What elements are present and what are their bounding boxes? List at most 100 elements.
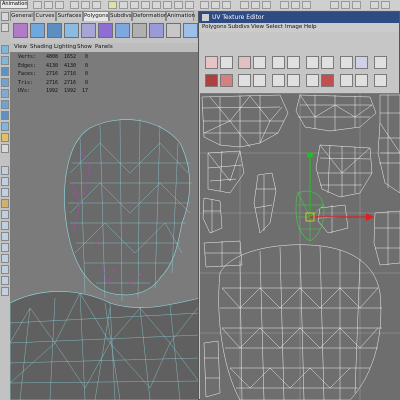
tab-curves[interactable]: Curves xyxy=(34,11,56,21)
open-scene-icon[interactable] xyxy=(44,1,53,9)
lasso-icon[interactable] xyxy=(1,23,9,32)
window-menu-icon[interactable] xyxy=(202,14,209,21)
uv-filter-icon[interactable] xyxy=(374,56,387,69)
uv-menu-subdivs[interactable]: Subdivs xyxy=(228,24,250,31)
uv-relax-icon[interactable] xyxy=(306,74,319,87)
poly-plane-icon[interactable] xyxy=(81,23,96,38)
cube-icon[interactable] xyxy=(1,56,9,65)
uv-menu-image[interactable]: Image xyxy=(285,24,302,31)
poly-cylinder-icon[interactable] xyxy=(47,23,62,38)
tab-subdivs[interactable]: Subdivs xyxy=(109,11,132,21)
save-scene-icon[interactable] xyxy=(55,1,64,9)
menu-show[interactable]: Show xyxy=(77,44,92,51)
manipulator-v-handle[interactable] xyxy=(307,152,313,158)
mask-icon[interactable] xyxy=(130,1,139,9)
layout-icon[interactable] xyxy=(1,276,9,285)
menu-view[interactable]: View xyxy=(14,44,27,51)
uv-align-icon[interactable] xyxy=(238,74,251,87)
menu-set-selector[interactable]: Animation xyxy=(0,0,28,9)
snap-curve-icon[interactable] xyxy=(211,1,220,9)
uv-straighten-icon[interactable] xyxy=(321,74,334,87)
uv-scale-icon[interactable] xyxy=(220,74,233,87)
snap-point-icon[interactable] xyxy=(222,1,231,9)
uv-isolate-icon[interactable] xyxy=(340,74,353,87)
sphere-icon[interactable] xyxy=(1,45,9,54)
select-component-icon[interactable] xyxy=(92,1,101,9)
poly-sphere-icon[interactable] xyxy=(13,23,28,38)
uv-layout-icon[interactable] xyxy=(321,56,334,69)
menu-panels[interactable]: Panels xyxy=(95,44,113,51)
select-object-icon[interactable] xyxy=(81,1,90,9)
mask-icon[interactable] xyxy=(163,1,172,9)
tab-deformation[interactable]: Deformation xyxy=(132,11,167,21)
history-icon[interactable] xyxy=(251,1,260,9)
uv-display-icon[interactable] xyxy=(340,56,353,69)
uv-menu-polygons[interactable]: Polygons xyxy=(202,24,226,31)
bridge-icon[interactable] xyxy=(149,23,164,38)
select-hierarchy-icon[interactable] xyxy=(70,1,79,9)
perspective-viewport[interactable] xyxy=(10,43,200,400)
tab-general[interactable]: General xyxy=(10,11,34,21)
uv-align-icon[interactable] xyxy=(253,74,266,87)
snap-grid-icon[interactable] xyxy=(200,1,209,9)
layout-four-icon[interactable] xyxy=(1,177,9,186)
uv-sew-icon[interactable] xyxy=(253,56,266,69)
layout-icon[interactable] xyxy=(1,254,9,263)
tab-surfaces[interactable]: Surfaces xyxy=(56,11,83,21)
combine-icon[interactable] xyxy=(98,23,113,38)
render-settings-icon[interactable] xyxy=(302,1,311,9)
layout-icon[interactable] xyxy=(1,232,9,241)
uv-rotate-icon[interactable] xyxy=(220,56,233,69)
plane-icon[interactable] xyxy=(1,89,9,98)
uv-menu-help[interactable]: Help xyxy=(304,24,317,31)
uv-canvas[interactable] xyxy=(200,93,400,400)
uv-cut-icon[interactable] xyxy=(238,56,251,69)
attribute-editor-icon[interactable] xyxy=(381,1,390,9)
uv-shade-icon[interactable] xyxy=(374,74,387,87)
poly-cone-icon[interactable] xyxy=(64,23,79,38)
mask-icon[interactable] xyxy=(119,1,128,9)
cone-icon[interactable] xyxy=(1,78,9,87)
camera-icon[interactable] xyxy=(1,144,9,153)
uv-normalize-icon[interactable] xyxy=(272,74,285,87)
uv-move-icon[interactable] xyxy=(205,74,218,87)
layout-icon[interactable] xyxy=(1,287,9,296)
mask-icon[interactable] xyxy=(108,1,117,9)
uv-snapshot-icon[interactable] xyxy=(272,56,285,69)
uv-menu-view[interactable]: View xyxy=(251,24,264,31)
new-scene-icon[interactable] xyxy=(33,1,42,9)
layout-icon[interactable] xyxy=(1,243,9,252)
extrude-icon[interactable] xyxy=(132,23,147,38)
cylinder-icon[interactable] xyxy=(1,67,9,76)
pipe-icon[interactable] xyxy=(1,111,9,120)
uv-image-icon[interactable] xyxy=(355,56,368,69)
helix-icon[interactable] xyxy=(1,122,9,131)
mask-icon[interactable] xyxy=(152,1,161,9)
channel-box-icon[interactable] xyxy=(370,1,379,9)
uv-menu-select[interactable]: Select xyxy=(266,24,283,31)
layout-icon[interactable] xyxy=(1,265,9,274)
uv-editor-title-bar[interactable]: UV Texture Editor xyxy=(199,12,399,23)
panel-icon[interactable] xyxy=(330,1,339,9)
mask-icon[interactable] xyxy=(185,1,194,9)
tab-polygons[interactable]: Polygons xyxy=(83,11,109,21)
layout-side-icon[interactable] xyxy=(1,188,9,197)
light-icon[interactable] xyxy=(1,133,9,142)
mask-icon[interactable] xyxy=(174,1,183,9)
menu-shading[interactable]: Shading xyxy=(30,44,52,51)
uv-unitize-icon[interactable] xyxy=(287,74,300,87)
smooth-icon[interactable] xyxy=(166,23,181,38)
outliner-icon[interactable] xyxy=(1,199,9,208)
manipulator-u-handle[interactable] xyxy=(366,213,374,221)
uv-grid-icon[interactable] xyxy=(287,56,300,69)
split-icon[interactable] xyxy=(183,23,198,38)
uv-map-icon[interactable] xyxy=(306,56,319,69)
uv-pin-icon[interactable] xyxy=(355,74,368,87)
menu-lighting[interactable]: Lighting xyxy=(54,44,76,51)
ipr-render-icon[interactable] xyxy=(291,1,300,9)
tab-animation[interactable]: Animation xyxy=(166,11,195,21)
separate-icon[interactable] xyxy=(115,23,130,38)
render-icon[interactable] xyxy=(280,1,289,9)
panel-icon[interactable] xyxy=(341,1,350,9)
mask-icon[interactable] xyxy=(141,1,150,9)
